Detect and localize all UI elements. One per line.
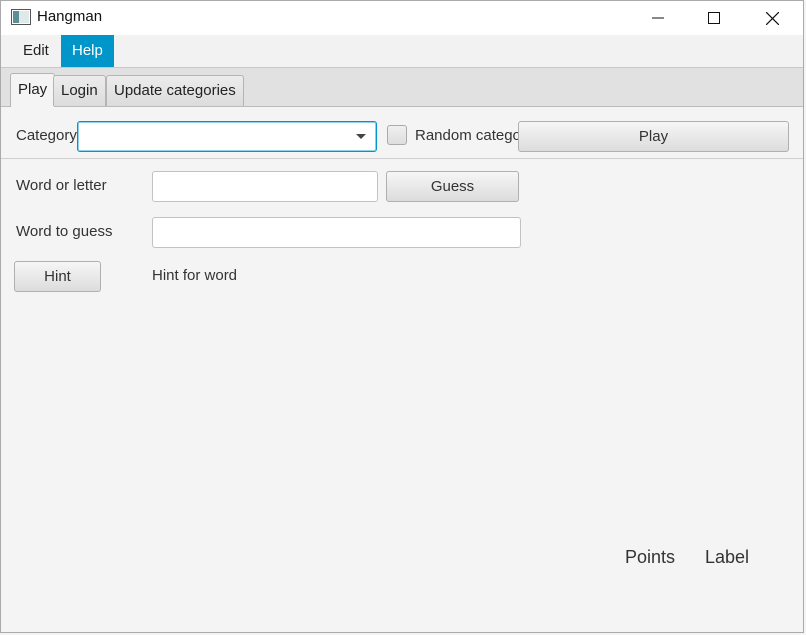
- tab-bar: Play Login Update categories: [1, 68, 803, 107]
- random-category-checkbox[interactable]: [387, 125, 407, 145]
- menu-help[interactable]: Help: [61, 35, 114, 67]
- chevron-down-icon: [356, 134, 366, 139]
- close-icon: [765, 11, 779, 25]
- play-button[interactable]: Play: [518, 121, 789, 152]
- menu-bar: Edit Help: [1, 35, 803, 68]
- random-category-label[interactable]: Random category: [415, 127, 519, 144]
- word-to-guess-field[interactable]: [152, 217, 521, 248]
- category-label: Category: [16, 127, 77, 144]
- maximize-icon: [708, 12, 720, 24]
- tab-update-categories[interactable]: Update categories: [106, 75, 244, 106]
- word-or-letter-label: Word or letter: [16, 177, 107, 194]
- section-divider: [1, 158, 803, 159]
- word-to-guess-label: Word to guess: [16, 223, 113, 240]
- word-or-letter-input[interactable]: [152, 171, 378, 202]
- close-button[interactable]: [743, 1, 801, 35]
- guess-button[interactable]: Guess: [386, 171, 519, 202]
- app-icon: [11, 9, 31, 25]
- category-dropdown[interactable]: [77, 121, 377, 152]
- maximize-button[interactable]: [685, 1, 743, 35]
- app-window: Hangman Edit Help Play Login Update cate…: [0, 0, 804, 633]
- title-bar: Hangman: [1, 1, 803, 35]
- points-label: Points: [625, 547, 676, 567]
- hint-text: Hint for word: [152, 267, 238, 284]
- window-title: Hangman: [37, 8, 103, 25]
- hint-button[interactable]: Hint: [14, 261, 101, 292]
- minimize-icon: [652, 17, 664, 19]
- tab-play[interactable]: Play: [10, 73, 56, 107]
- tab-login[interactable]: Login: [53, 75, 106, 106]
- menu-edit[interactable]: Edit: [12, 35, 60, 67]
- score-label: Label: [705, 547, 750, 567]
- minimize-button[interactable]: [629, 1, 687, 35]
